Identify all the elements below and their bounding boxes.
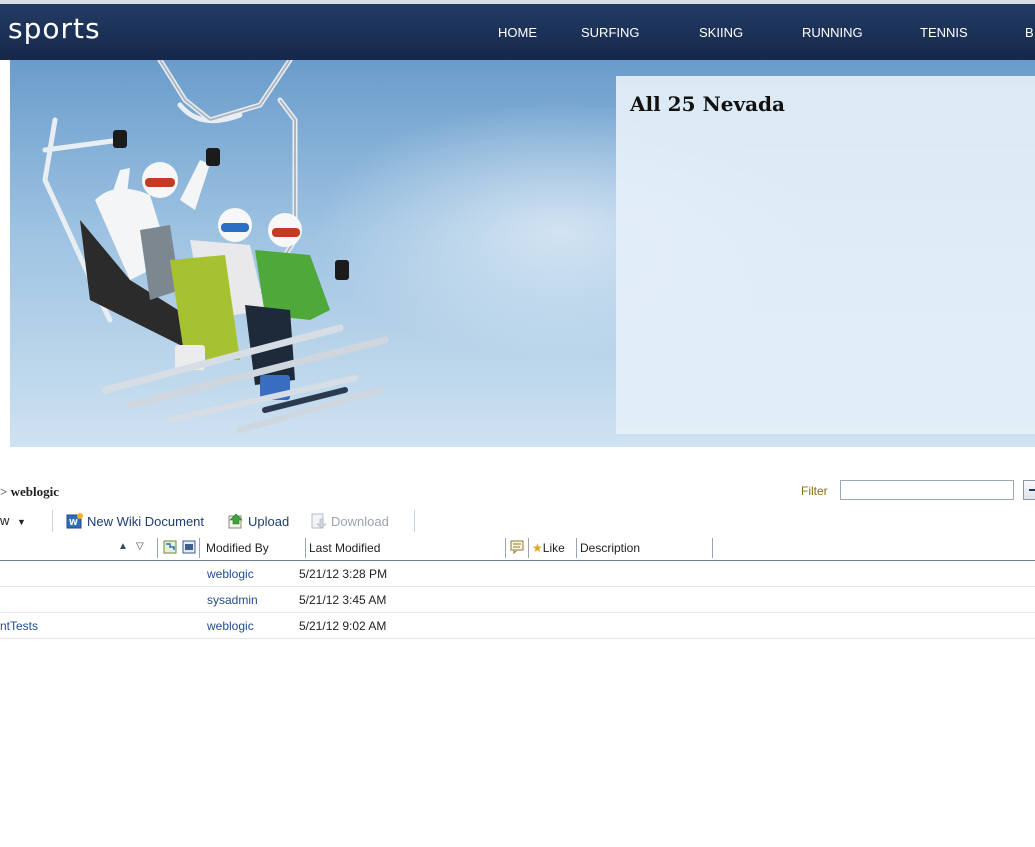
nav-surfing[interactable]: SURFING bbox=[581, 25, 640, 40]
star-icon: ★ bbox=[532, 541, 543, 555]
upload-button[interactable]: Upload bbox=[227, 513, 289, 529]
last-modified-value: 5/21/12 9:02 AM bbox=[299, 619, 387, 633]
toolbar-divider bbox=[52, 510, 53, 532]
column-modified-by[interactable]: Modified By bbox=[206, 541, 269, 555]
document-toolbar: w ▼ W New Wiki Document Upload Download bbox=[0, 508, 1035, 536]
filter-input[interactable] bbox=[840, 480, 1014, 500]
table-header: ▲ ▽ Modified By Last Modified ★Like Desc… bbox=[0, 536, 1035, 561]
ski-lift-image bbox=[42, 60, 389, 433]
table-row[interactable]: sysadmin 5/21/12 3:45 AM bbox=[0, 587, 1035, 613]
view-menu-label: w bbox=[0, 513, 10, 528]
column-divider bbox=[505, 538, 506, 558]
minus-icon bbox=[1029, 489, 1035, 491]
sort-ascending-icon[interactable]: ▲ bbox=[118, 541, 128, 552]
download-label: Download bbox=[331, 514, 389, 529]
column-like[interactable]: ★Like bbox=[532, 541, 565, 555]
nav-tennis[interactable]: TENNIS bbox=[920, 25, 968, 40]
upload-label: Upload bbox=[248, 514, 290, 529]
new-wiki-document-button[interactable]: W New Wiki Document bbox=[66, 513, 204, 529]
column-divider bbox=[576, 538, 577, 558]
breadcrumb: > weblogic bbox=[0, 484, 59, 500]
top-stripe bbox=[0, 0, 1035, 4]
column-divider bbox=[199, 538, 200, 558]
sort-descending-icon[interactable]: ▽ bbox=[136, 541, 144, 552]
checked-out-icon bbox=[182, 540, 196, 554]
nav-home[interactable]: HOME bbox=[498, 25, 537, 40]
view-menu[interactable]: w ▼ bbox=[0, 513, 26, 528]
top-navigation-bar: sports HOME SURFING SKIING RUNNING TENNI… bbox=[0, 0, 1035, 60]
column-like-label: Like bbox=[542, 541, 565, 555]
filter-label: Filter bbox=[801, 484, 828, 498]
hero-text-panel: All 25 Nevada bbox=[616, 76, 1035, 434]
document-name[interactable]: ntTests bbox=[0, 619, 38, 633]
modified-by-link[interactable]: weblogic bbox=[207, 567, 254, 581]
wiki-icon: W bbox=[66, 513, 83, 529]
nav-more[interactable]: B bbox=[1025, 25, 1034, 40]
column-divider bbox=[712, 538, 713, 558]
modified-by-link[interactable]: sysadmin bbox=[207, 593, 258, 607]
column-divider bbox=[157, 538, 158, 558]
site-logo[interactable]: sports bbox=[8, 12, 101, 45]
nav-running[interactable]: RUNNING bbox=[802, 25, 863, 40]
table-row[interactable]: weblogic 5/21/12 3:28 PM bbox=[0, 561, 1035, 587]
breadcrumb-separator: > bbox=[0, 484, 8, 499]
hero-banner: All 25 Nevada bbox=[10, 60, 1035, 447]
svg-text:W: W bbox=[69, 518, 78, 527]
column-divider bbox=[305, 538, 306, 558]
comment-icon bbox=[510, 540, 524, 554]
hero-title: All 25 Nevada bbox=[630, 92, 785, 116]
chevron-down-icon: ▼ bbox=[17, 517, 26, 527]
filter-clear-button[interactable] bbox=[1023, 480, 1035, 500]
download-button[interactable]: Download bbox=[310, 513, 389, 529]
toolbar-divider bbox=[414, 510, 415, 532]
table-row[interactable]: ntTests weblogic 5/21/12 9:02 AM bbox=[0, 613, 1035, 639]
column-last-modified[interactable]: Last Modified bbox=[309, 541, 380, 555]
nav-skiing[interactable]: SKIING bbox=[699, 25, 743, 40]
version-icon bbox=[163, 540, 177, 554]
last-modified-value: 5/21/12 3:28 PM bbox=[299, 567, 388, 581]
column-divider bbox=[528, 538, 529, 558]
new-wiki-document-label: New Wiki Document bbox=[87, 514, 205, 529]
modified-by-link[interactable]: weblogic bbox=[207, 619, 254, 633]
download-icon bbox=[311, 513, 327, 529]
last-modified-value: 5/21/12 3:45 AM bbox=[299, 593, 387, 607]
upload-icon bbox=[228, 513, 243, 529]
column-description[interactable]: Description bbox=[580, 541, 640, 555]
breadcrumb-current[interactable]: weblogic bbox=[11, 484, 59, 499]
